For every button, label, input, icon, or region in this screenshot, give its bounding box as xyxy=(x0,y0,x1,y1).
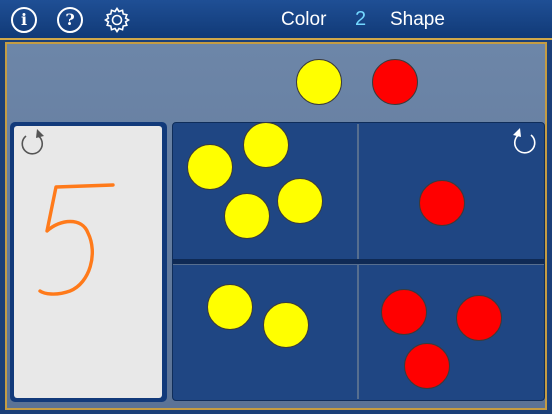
red-counter-top-right[interactable] xyxy=(419,180,465,226)
yellow-counter-top-left[interactable] xyxy=(187,144,233,190)
yellow-counter-bottom-left[interactable] xyxy=(263,302,309,348)
yellow-counter-top-left[interactable] xyxy=(224,193,270,239)
red-counter-bottom-right[interactable] xyxy=(381,289,427,335)
yellow-counter-top-left[interactable] xyxy=(243,122,289,168)
yellow-counter-bottom-left[interactable] xyxy=(207,284,253,330)
counter-stage xyxy=(0,0,552,414)
red-counter-bottom-right[interactable] xyxy=(404,343,450,389)
yellow-counter-top-left[interactable] xyxy=(277,178,323,224)
red-counter-bottom-right[interactable] xyxy=(456,295,502,341)
